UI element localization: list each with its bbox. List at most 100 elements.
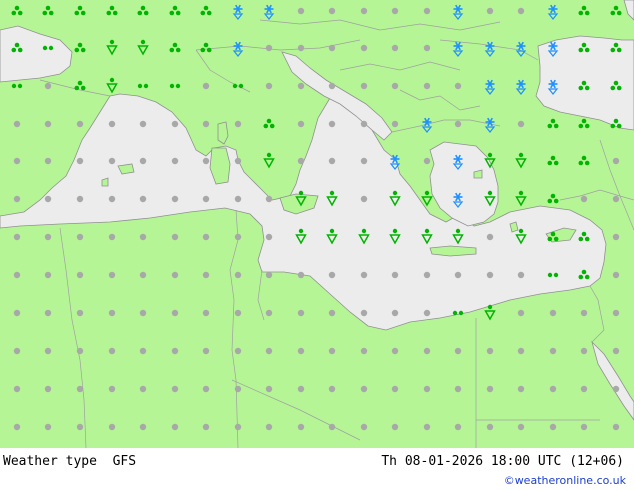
dry-dot-symbol: [612, 385, 620, 393]
dry-dot-symbol: [44, 233, 52, 241]
dry-dot-symbol: [486, 347, 494, 355]
dry-dot-symbol: [580, 385, 588, 393]
dry-dot-symbol: [76, 233, 84, 241]
dry-dot-symbol: [171, 423, 179, 431]
map-caption: Weather type GFS: [3, 454, 137, 469]
dry-dot-symbol: [391, 385, 399, 393]
dry-dot-symbol: [486, 233, 494, 241]
dry-dot-symbol: [44, 157, 52, 165]
dry-dot-symbol: [486, 385, 494, 393]
dry-dot-symbol: [13, 347, 21, 355]
dry-dot-symbol: [517, 423, 525, 431]
dry-dot-symbol: [423, 271, 431, 279]
dry-dot-symbol: [13, 271, 21, 279]
dry-dot-symbol: [265, 309, 273, 317]
dry-dot-symbol: [360, 82, 368, 90]
dry-dot-symbol: [13, 195, 21, 203]
dry-dot-symbol: [423, 385, 431, 393]
dry-dot-symbol: [265, 347, 273, 355]
dry-dot-symbol: [265, 271, 273, 279]
dry-dot-symbol: [454, 423, 462, 431]
dry-dot-symbol: [517, 309, 525, 317]
dry-dot-symbol: [139, 233, 147, 241]
dry-dot-symbol: [171, 195, 179, 203]
dry-dot-symbol: [76, 309, 84, 317]
dry-dot-symbol: [265, 385, 273, 393]
dry-dot-symbol: [44, 120, 52, 128]
island-crete: [429, 245, 477, 257]
dry-dot-symbol: [360, 309, 368, 317]
dry-dot-symbol: [44, 82, 52, 90]
dry-dot-symbol: [328, 309, 336, 317]
dry-dot-symbol: [76, 157, 84, 165]
dry-dot-symbol: [44, 195, 52, 203]
dry-dot-symbol: [234, 120, 242, 128]
dry-dot-symbol: [549, 423, 557, 431]
dry-dot-symbol: [360, 44, 368, 52]
dry-dot-symbol: [171, 309, 179, 317]
dry-dot-symbol: [580, 309, 588, 317]
dry-dot-symbol: [549, 347, 557, 355]
dry-dot-symbol: [549, 309, 557, 317]
dry-dot-symbol: [108, 195, 116, 203]
dry-dot-symbol: [612, 195, 620, 203]
dry-dot-symbol: [13, 157, 21, 165]
dry-dot-symbol: [360, 7, 368, 15]
dry-dot-symbol: [391, 7, 399, 15]
dry-dot-symbol: [423, 423, 431, 431]
dry-dot-symbol: [265, 44, 273, 52]
dry-dot-symbol: [108, 309, 116, 317]
dry-dot-symbol: [612, 309, 620, 317]
dry-dot-symbol: [612, 233, 620, 241]
dry-dot-symbol: [391, 423, 399, 431]
dry-dot-symbol: [297, 44, 305, 52]
dry-dot-symbol: [171, 347, 179, 355]
dry-dot-symbol: [580, 347, 588, 355]
dry-dot-symbol: [108, 157, 116, 165]
dry-dot-symbol: [234, 309, 242, 317]
dry-dot-symbol: [454, 120, 462, 128]
dry-dot-symbol: [328, 385, 336, 393]
dry-dot-symbol: [44, 347, 52, 355]
dry-dot-symbol: [202, 271, 210, 279]
dry-dot-symbol: [234, 233, 242, 241]
dry-dot-symbol: [454, 271, 462, 279]
dry-dot-symbol: [139, 120, 147, 128]
dry-dot-symbol: [44, 271, 52, 279]
dry-dot-symbol: [202, 347, 210, 355]
dry-dot-symbol: [328, 120, 336, 128]
dry-dot-symbol: [423, 347, 431, 355]
dry-dot-symbol: [108, 120, 116, 128]
dry-dot-symbol: [171, 120, 179, 128]
dry-dot-symbol: [265, 82, 273, 90]
dry-dot-symbol: [202, 157, 210, 165]
dry-dot-symbol: [108, 271, 116, 279]
dry-dot-symbol: [297, 347, 305, 355]
dry-dot-symbol: [265, 233, 273, 241]
dry-dot-symbol: [580, 195, 588, 203]
dry-dot-symbol: [44, 309, 52, 317]
dry-dot-symbol: [265, 423, 273, 431]
dry-dot-symbol: [139, 271, 147, 279]
dry-dot-symbol: [202, 82, 210, 90]
dry-dot-symbol: [391, 120, 399, 128]
dry-dot-symbol: [454, 347, 462, 355]
dry-dot-symbol: [297, 82, 305, 90]
dry-dot-symbol: [328, 44, 336, 52]
dry-dot-symbol: [517, 347, 525, 355]
dry-dot-symbol: [360, 347, 368, 355]
dry-dot-symbol: [76, 347, 84, 355]
dry-dot-symbol: [76, 195, 84, 203]
map-footer: Weather type GFS Th 08-01-2026 18:00 UTC…: [0, 448, 634, 490]
dry-dot-symbol: [202, 195, 210, 203]
dry-dot-symbol: [360, 195, 368, 203]
dry-dot-symbol: [612, 347, 620, 355]
credit-link[interactable]: ©weatheronline.co.uk: [504, 474, 626, 487]
dry-dot-symbol: [328, 347, 336, 355]
dry-dot-symbol: [76, 423, 84, 431]
dry-dot-symbol: [423, 82, 431, 90]
dry-dot-symbol: [423, 157, 431, 165]
dry-dot-symbol: [549, 385, 557, 393]
dry-dot-symbol: [517, 271, 525, 279]
dry-dot-symbol: [486, 7, 494, 15]
